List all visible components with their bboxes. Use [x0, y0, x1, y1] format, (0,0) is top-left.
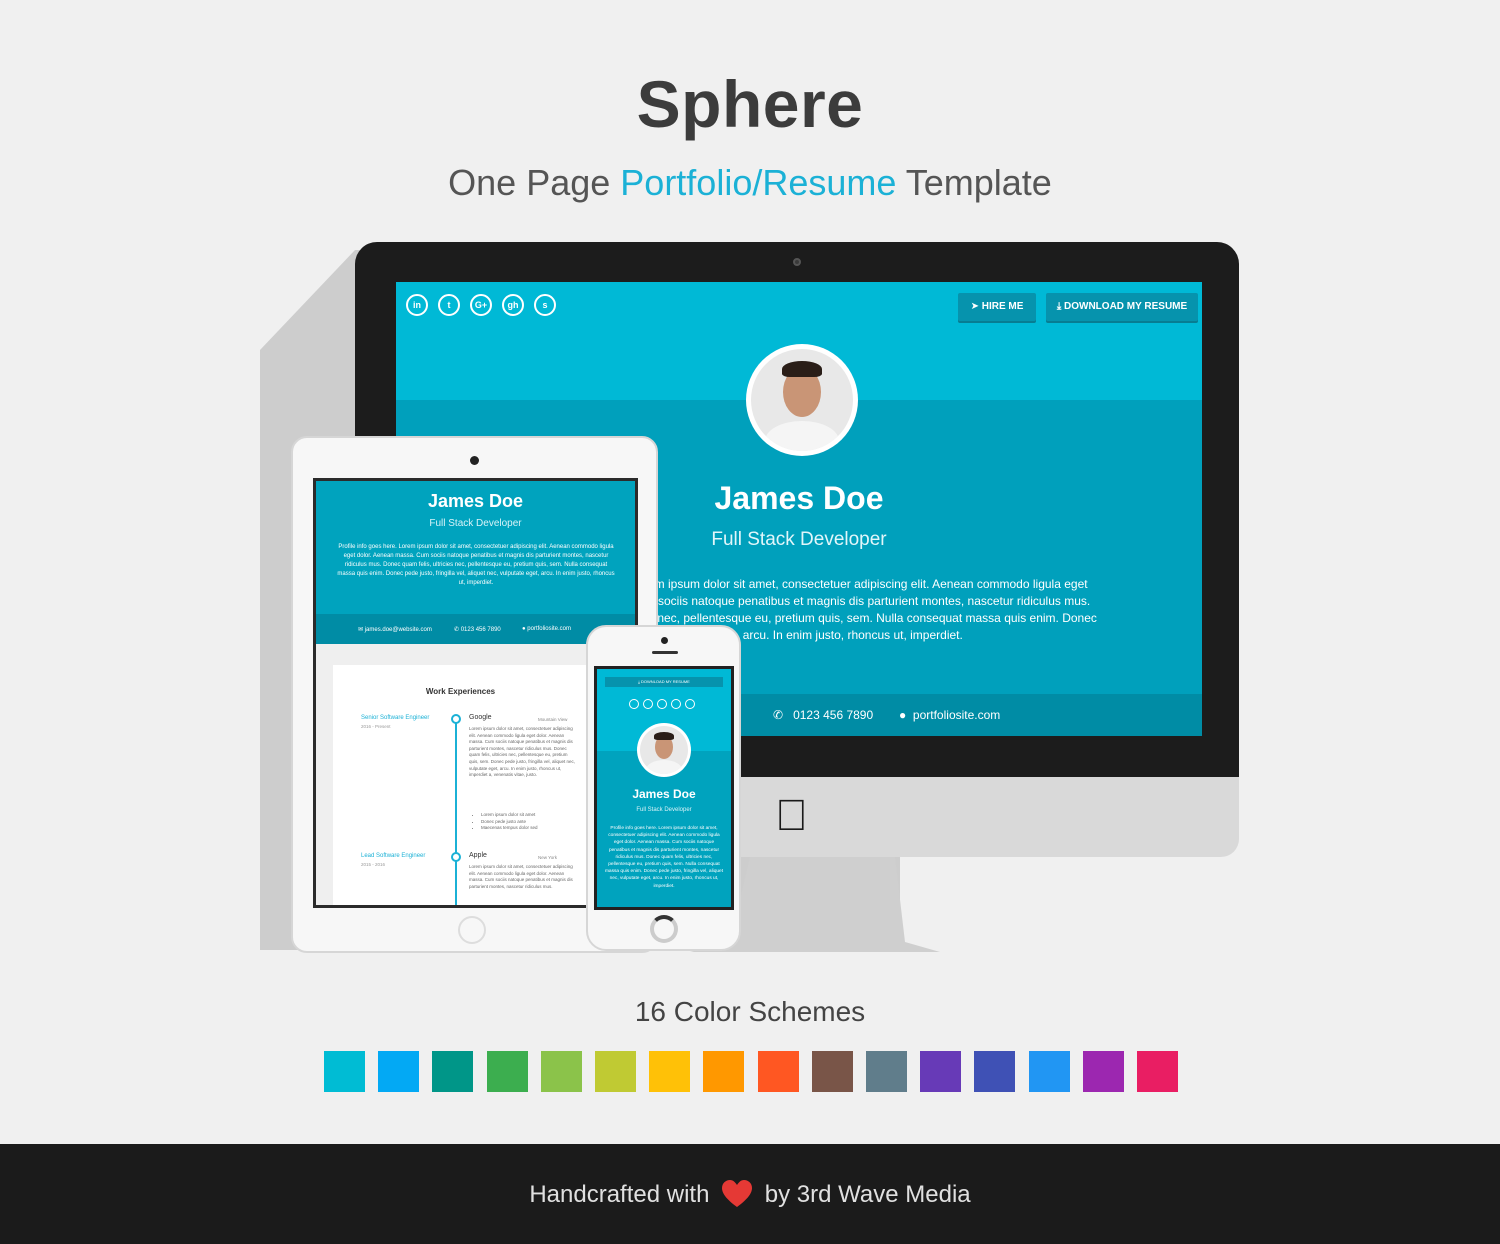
job-description: Lorem ipsum dolor sit amet, consectetuer… — [469, 726, 576, 778]
tablet-phone[interactable]: ✆ 0123 456 7890 — [454, 626, 501, 633]
google-plus-icon[interactable] — [657, 699, 667, 709]
job-dates: 2015 - 2016 — [361, 862, 386, 867]
page-subtitle: One Page Portfolio/Resume Template — [0, 162, 1500, 204]
apple-logo-icon:  — [775, 791, 808, 841]
skype-icon[interactable]: s — [534, 294, 556, 316]
download-resume-label: DOWNLOAD MY RESUME — [1064, 301, 1188, 312]
page-title: Sphere — [636, 67, 864, 141]
phone-download-button[interactable]: ⤓ DOWNLOAD MY RESUME — [605, 677, 723, 687]
phone-role: Full Stack Developer — [636, 807, 692, 813]
color-swatch[interactable] — [324, 1051, 365, 1092]
color-swatch[interactable] — [540, 1051, 582, 1092]
subtitle-highlight: Portfolio/Resume — [620, 162, 897, 203]
color-swatch[interactable] — [486, 1051, 528, 1092]
camera-icon — [793, 258, 801, 266]
linkedin-icon[interactable]: in — [406, 294, 428, 316]
job-description: Lorem ipsum dolor sit amet, consectetuer… — [469, 864, 573, 889]
job-title: Senior Software Engineer — [361, 715, 430, 721]
color-swatch[interactable] — [1082, 1051, 1124, 1092]
timeline-dot — [451, 852, 461, 862]
color-swatch[interactable] — [595, 1051, 636, 1092]
job-location: New York — [538, 855, 558, 860]
list-item: Donec pede justo ante — [481, 819, 571, 826]
subtitle-prefix: One Page — [448, 162, 621, 203]
work-experiences-card: Work Experiences Senior Software Enginee… — [333, 665, 588, 905]
timeline-line — [455, 717, 457, 905]
tablet-bio: Profile info goes here. Lorem ipsum dolo… — [337, 544, 615, 586]
section-title: Work Experiences — [425, 687, 496, 696]
heart-icon — [722, 1180, 753, 1207]
website-text: portfoliosite.com — [527, 626, 571, 632]
camera-icon — [661, 637, 668, 644]
tablet-role: Full Stack Developer — [429, 518, 522, 529]
color-swatch[interactable] — [378, 1051, 420, 1092]
timeline-dot — [451, 714, 461, 724]
color-swatch[interactable] — [703, 1051, 745, 1092]
avatar — [746, 344, 858, 456]
email-text: james.doe@website.com — [364, 627, 432, 633]
website-contact[interactable]: ● portfoliosite.com — [899, 708, 1000, 722]
home-button[interactable] — [650, 915, 678, 943]
list-item: Lorem ipsum dolor sit amet — [481, 812, 571, 819]
camera-icon — [470, 456, 479, 465]
color-swatch[interactable] — [649, 1051, 691, 1092]
list-item: Maecenas tempus dolor sed — [481, 825, 571, 832]
color-swatch[interactable] — [1137, 1051, 1178, 1092]
twitter-icon[interactable] — [643, 699, 653, 709]
job-dates: 2016 - Present — [361, 724, 391, 729]
job-company: Google — [469, 714, 492, 721]
phone-text: 0123 456 7890 — [793, 708, 874, 722]
hire-me-label: HIRE ME — [981, 301, 1024, 312]
job-company: Apple — [469, 852, 487, 859]
color-swatch[interactable] — [432, 1051, 474, 1092]
phone-contact[interactable]: ✆ 0123 456 7890 — [773, 708, 873, 722]
bio-line: em ipsum dolor sit amet, consectetuer ad… — [648, 577, 1088, 591]
twitter-icon[interactable]: t — [438, 294, 460, 316]
color-swatch[interactable] — [811, 1051, 853, 1092]
google-plus-icon[interactable]: G+ — [470, 294, 492, 316]
speaker-icon — [652, 651, 678, 654]
download-label: DOWNLOAD MY RESUME — [641, 679, 690, 684]
phone-bio: Profile info goes here. Lorem ipsum dolo… — [604, 826, 724, 889]
bio-line: s nec, pellentesque eu, pretium quis, se… — [648, 611, 1097, 625]
github-icon[interactable] — [671, 699, 681, 709]
footer-text: Handcrafted with by 3rd Wave Media — [0, 1180, 1500, 1209]
color-swatch[interactable] — [866, 1051, 907, 1092]
tablet-email[interactable]: ✉ james.doe@website.com — [358, 626, 432, 633]
job-title: Lead Software Engineer — [361, 853, 426, 859]
subtitle-suffix: Template — [896, 162, 1052, 203]
website-text: portfoliosite.com — [912, 708, 1001, 722]
bio-line: n sociis natoque penatibus et magnis dis… — [648, 594, 1091, 608]
skype-icon[interactable] — [685, 699, 695, 709]
footer-post: by 3rd Wave Media — [764, 1181, 971, 1208]
color-swatch[interactable] — [920, 1051, 962, 1092]
home-button[interactable] — [458, 916, 486, 944]
footer-pre: Handcrafted with — [529, 1181, 710, 1208]
job-location: Mountain View — [538, 717, 568, 722]
avatar — [637, 723, 691, 777]
phone-screen: ⤓ DOWNLOAD MY RESUME James Doe Full Stac… — [594, 666, 734, 910]
color-swatch[interactable] — [1028, 1051, 1070, 1092]
tablet-website[interactable]: ● portfoliosite.com — [522, 626, 571, 632]
hire-me-button[interactable]: ➤ HIRE ME — [958, 293, 1036, 321]
footer: Handcrafted with by 3rd Wave Media — [0, 1144, 1500, 1244]
color-swatch[interactable] — [757, 1051, 799, 1092]
linkedin-icon[interactable] — [629, 699, 639, 709]
color-swatch[interactable] — [974, 1051, 1016, 1092]
tablet-name: James Doe — [427, 491, 524, 511]
download-resume-button[interactable]: ⤓ DOWNLOAD MY RESUME — [1046, 293, 1198, 321]
phone-text: 0123 456 7890 — [460, 627, 501, 633]
color-schemes-label: 16 Color Schemes — [634, 996, 866, 1027]
phone-name: James Doe — [632, 787, 696, 801]
job-bullets: Lorem ipsum dolor sit amet Donec pede ju… — [481, 812, 571, 832]
github-icon[interactable]: gh — [502, 294, 524, 316]
